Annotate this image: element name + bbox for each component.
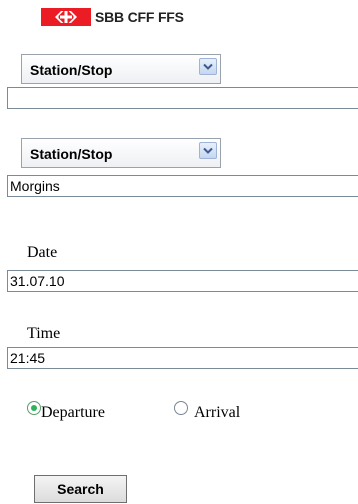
arrival-radio[interactable] (174, 401, 188, 415)
to-type-select-value: Station/Stop (30, 146, 113, 162)
to-station-input[interactable]: Morgins (7, 175, 358, 197)
sbb-logo-mark (41, 8, 91, 26)
date-input[interactable]: 31.07.10 (7, 270, 358, 292)
search-button[interactable]: Search (34, 475, 127, 503)
arrival-label[interactable]: Arrival (194, 404, 240, 422)
brand-name: SBB CFF FFS (95, 9, 184, 25)
date-label: Date (27, 244, 58, 261)
departure-radio[interactable] (27, 401, 41, 415)
from-type-select-value: Station/Stop (30, 62, 113, 78)
departure-label[interactable]: Departure (41, 404, 105, 422)
chevron-down-icon[interactable] (199, 58, 217, 75)
sbb-arrows-icon (55, 11, 77, 23)
time-input[interactable]: 21:45 (7, 347, 358, 369)
to-type-select[interactable]: Station/Stop (21, 138, 221, 168)
chevron-down-icon[interactable] (199, 142, 217, 159)
from-type-select[interactable]: Station/Stop (21, 54, 221, 84)
from-station-input[interactable] (7, 87, 358, 109)
time-label: Time (27, 325, 61, 342)
